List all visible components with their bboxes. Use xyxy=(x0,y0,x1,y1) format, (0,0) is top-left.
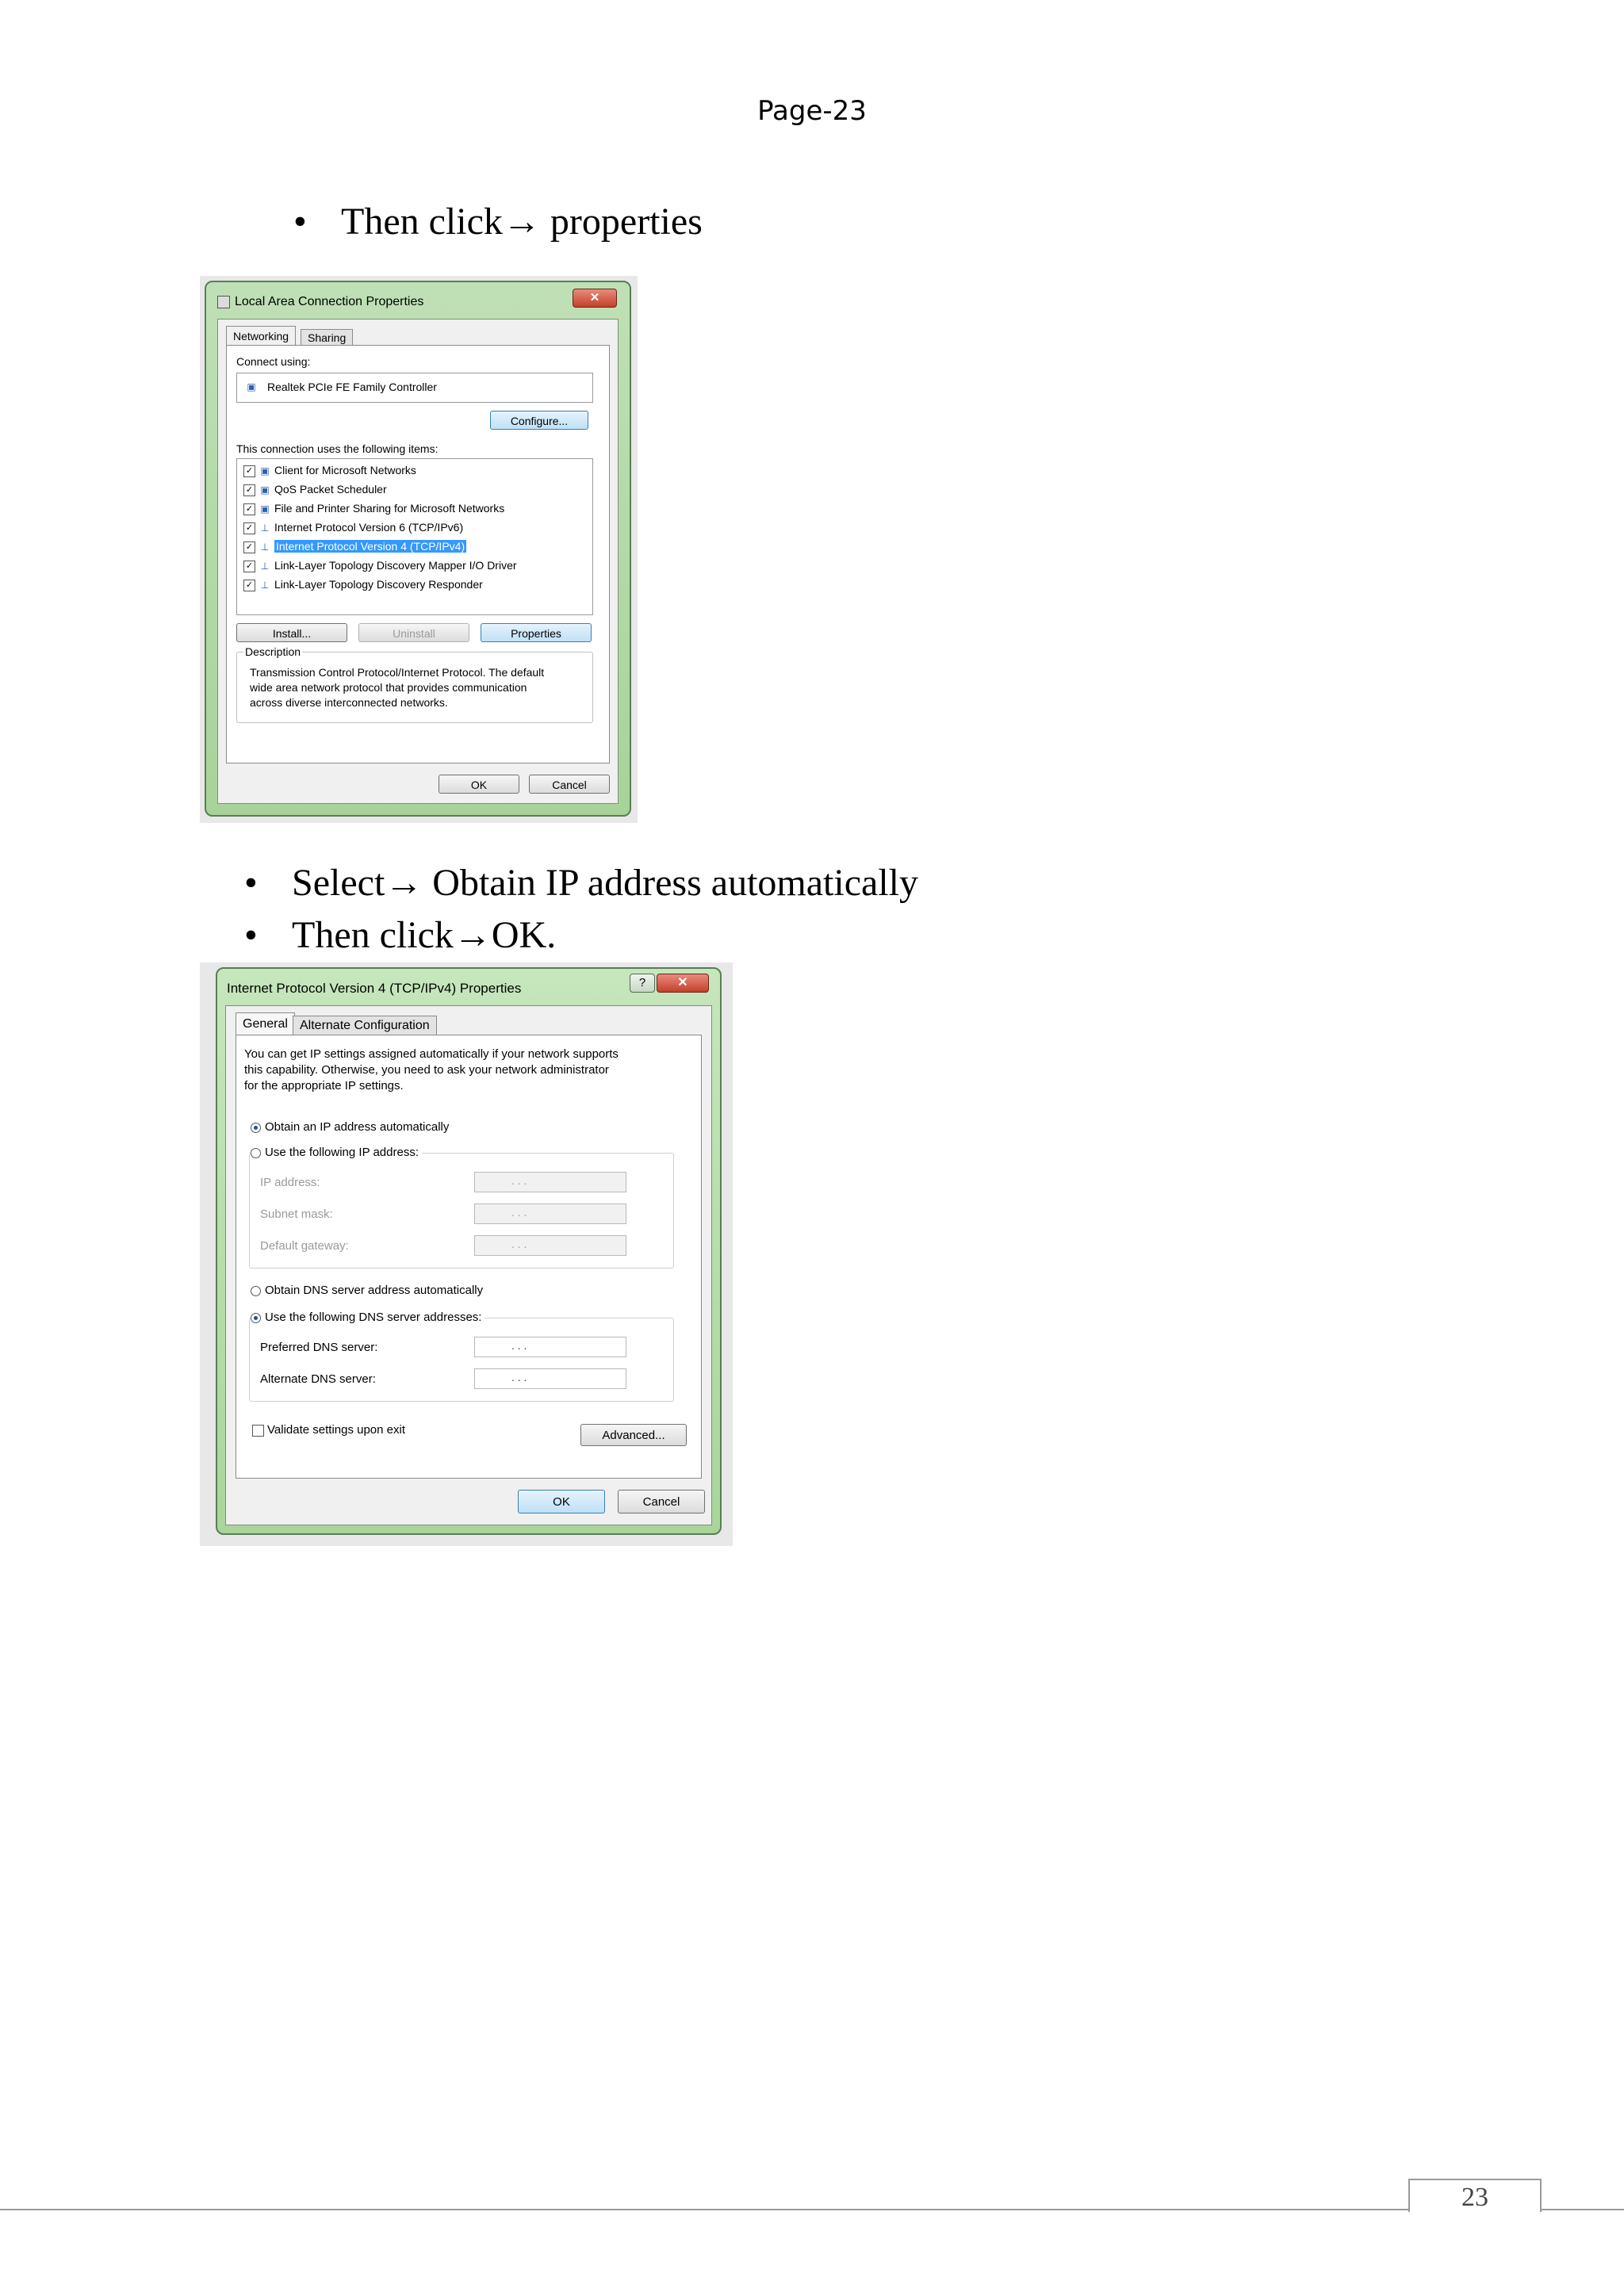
protocol-icon: ⊥ xyxy=(260,580,270,591)
description-line-1: Transmission Control Protocol/Internet P… xyxy=(250,666,545,679)
radio-unselected[interactable] xyxy=(251,1285,261,1296)
sharing-icon: ▣ xyxy=(260,503,270,515)
bullet-icon: • xyxy=(244,914,258,956)
ip-address-label: IP address: xyxy=(260,1176,320,1189)
adapter-icon: ▣ xyxy=(247,381,256,392)
cancel-button[interactable]: Cancel xyxy=(618,1490,705,1513)
subnet-mask-label: Subnet mask: xyxy=(260,1207,333,1221)
alternate-dns-field[interactable]: . . . xyxy=(474,1368,626,1389)
description-title: Description xyxy=(243,645,303,658)
obtain-dns-option[interactable]: Obtain DNS server address automatically xyxy=(251,1283,483,1299)
intro-line-3: for the appropriate IP settings. xyxy=(244,1079,404,1093)
protocol-icon: ⊥ xyxy=(260,522,270,534)
window-title: Internet Protocol Version 4 (TCP/IPv4) P… xyxy=(227,981,522,996)
list-item[interactable]: ✓ ▣ File and Printer Sharing for Microsoft… xyxy=(243,499,504,518)
description-line-3: across diverse interconnected networks. xyxy=(250,696,448,709)
network-icon xyxy=(217,295,230,308)
step-2: • Select→ Obtain IP address automatically xyxy=(244,861,918,905)
checkbox[interactable]: ✓ xyxy=(243,465,255,477)
step-3: • Then click→OK. xyxy=(244,913,556,958)
step-3-text: Then click→OK. xyxy=(292,914,557,956)
install-button[interactable]: Install... xyxy=(236,623,347,642)
configure-button[interactable]: Configure... xyxy=(490,411,588,430)
items-label: This connection uses the following items… xyxy=(236,442,439,455)
connect-using-label: Connect using: xyxy=(236,355,311,368)
description-group: Description Transmission Control Protoco… xyxy=(236,645,593,723)
subnet-mask-field[interactable]: . . . xyxy=(474,1203,626,1224)
intro-line-1: You can get IP settings assigned automat… xyxy=(244,1047,619,1061)
step-2-text: Select→ Obtain IP address automatically xyxy=(292,862,919,904)
window-title-text: Local Area Connection Properties xyxy=(235,295,424,308)
preferred-dns-label: Preferred DNS server: xyxy=(260,1341,378,1354)
close-button[interactable]: ✕ xyxy=(573,289,617,308)
protocol-icon: ⊥ xyxy=(260,561,270,572)
ok-button[interactable]: OK xyxy=(439,775,519,794)
list-item[interactable]: ✓ ⊥ Internet Protocol Version 6 (TCP/IPv6) xyxy=(243,518,463,537)
checkbox[interactable]: ✓ xyxy=(243,560,255,572)
checkbox[interactable]: ✓ xyxy=(243,484,255,496)
checkbox[interactable]: ✓ xyxy=(243,541,255,553)
preferred-dns-field[interactable]: . . . xyxy=(474,1337,626,1357)
adapter-name: Realtek PCIe FE Family Controller xyxy=(267,381,437,393)
tab-general[interactable]: General xyxy=(236,1012,295,1035)
networking-panel: Connect using: ▣ Realtek PCIe FE Family … xyxy=(226,345,610,763)
scheduler-icon: ▣ xyxy=(260,484,270,496)
use-ip-option[interactable]: Use the following IP address: xyxy=(251,1145,422,1161)
ip-address-field[interactable]: . . . xyxy=(474,1172,626,1192)
intro-line-2: this capability. Otherwise, you need to … xyxy=(244,1063,609,1077)
cancel-button[interactable]: Cancel xyxy=(529,775,610,794)
window-body: General Alternate Configuration You can … xyxy=(225,1005,712,1525)
step-1-text: Then click→ properties xyxy=(341,201,703,243)
validate-settings-checkbox[interactable]: Validate settings upon exit xyxy=(252,1422,405,1438)
page-number: 23 xyxy=(1408,2179,1542,2212)
dns-group xyxy=(249,1318,674,1402)
default-gateway-field[interactable]: . . . xyxy=(474,1235,626,1256)
tab-networking[interactable]: Networking xyxy=(226,326,297,346)
list-item[interactable]: ✓ ▣ Client for Microsoft Networks xyxy=(243,461,416,480)
use-dns-option[interactable]: Use the following DNS server addresses: xyxy=(251,1310,485,1326)
protocol-icon: ⊥ xyxy=(260,541,270,553)
tab-alternate-configuration[interactable]: Alternate Configuration xyxy=(293,1016,437,1035)
advanced-button[interactable]: Advanced... xyxy=(580,1424,687,1446)
ipv4-properties-screenshot: Internet Protocol Version 4 (TCP/IPv4) P… xyxy=(200,962,733,1546)
general-panel: You can get IP settings assigned automat… xyxy=(236,1035,702,1479)
list-item[interactable]: ✓ ⊥ Link-Layer Topology Discovery Responde… xyxy=(243,575,483,594)
ipv4-properties-window: Internet Protocol Version 4 (TCP/IPv4) P… xyxy=(216,967,722,1535)
checkbox[interactable]: ✓ xyxy=(243,503,255,515)
bullet-icon: • xyxy=(244,862,258,904)
obtain-ip-option[interactable]: Obtain an IP address automatically xyxy=(251,1119,449,1135)
client-icon: ▣ xyxy=(260,465,270,477)
list-item[interactable]: ✓ ▣ QoS Packet Scheduler xyxy=(243,480,387,499)
radio-unselected[interactable] xyxy=(251,1147,261,1158)
items-list: ✓ ▣ Client for Microsoft Networks ✓ ▣ QoS Pa… xyxy=(236,458,593,615)
window-body: Networking Sharing Connect using: ▣ Real… xyxy=(217,319,619,804)
step-1: • Then click→ properties xyxy=(293,200,703,244)
alternate-dns-label: Alternate DNS server: xyxy=(260,1372,376,1386)
tab-sharing[interactable]: Sharing xyxy=(301,329,354,346)
adapter-field: ▣ Realtek PCIe FE Family Controller xyxy=(236,373,593,403)
footer-rule xyxy=(0,2209,1624,2210)
list-item[interactable]: ✓ ⊥ Link-Layer Topology Discovery Mapper I… xyxy=(243,556,517,575)
checkbox[interactable] xyxy=(252,1424,264,1437)
list-item-selected[interactable]: ✓ ⊥ Internet Protocol Version 4 (TCP/IPv4) xyxy=(243,537,467,556)
radio-selected[interactable] xyxy=(251,1122,261,1133)
bullet-icon: • xyxy=(293,201,307,243)
uninstall-button[interactable]: Uninstall xyxy=(358,623,469,642)
lan-properties-window: Local Area Connection Properties ✕ Netwo… xyxy=(205,281,631,817)
page-header: Page-23 xyxy=(757,95,867,127)
lan-properties-screenshot: Local Area Connection Properties ✕ Netwo… xyxy=(200,276,638,823)
help-button[interactable]: ? xyxy=(630,974,655,993)
checkbox[interactable]: ✓ xyxy=(243,522,255,534)
default-gateway-label: Default gateway: xyxy=(260,1239,349,1253)
properties-button[interactable]: Properties xyxy=(481,623,592,642)
radio-selected[interactable] xyxy=(251,1312,261,1323)
checkbox[interactable]: ✓ xyxy=(243,579,255,591)
ok-button[interactable]: OK xyxy=(518,1490,605,1513)
description-line-2: wide area network protocol that provides… xyxy=(250,681,527,694)
close-button[interactable]: ✕ xyxy=(657,974,709,993)
window-title: Local Area Connection Properties xyxy=(217,290,423,314)
